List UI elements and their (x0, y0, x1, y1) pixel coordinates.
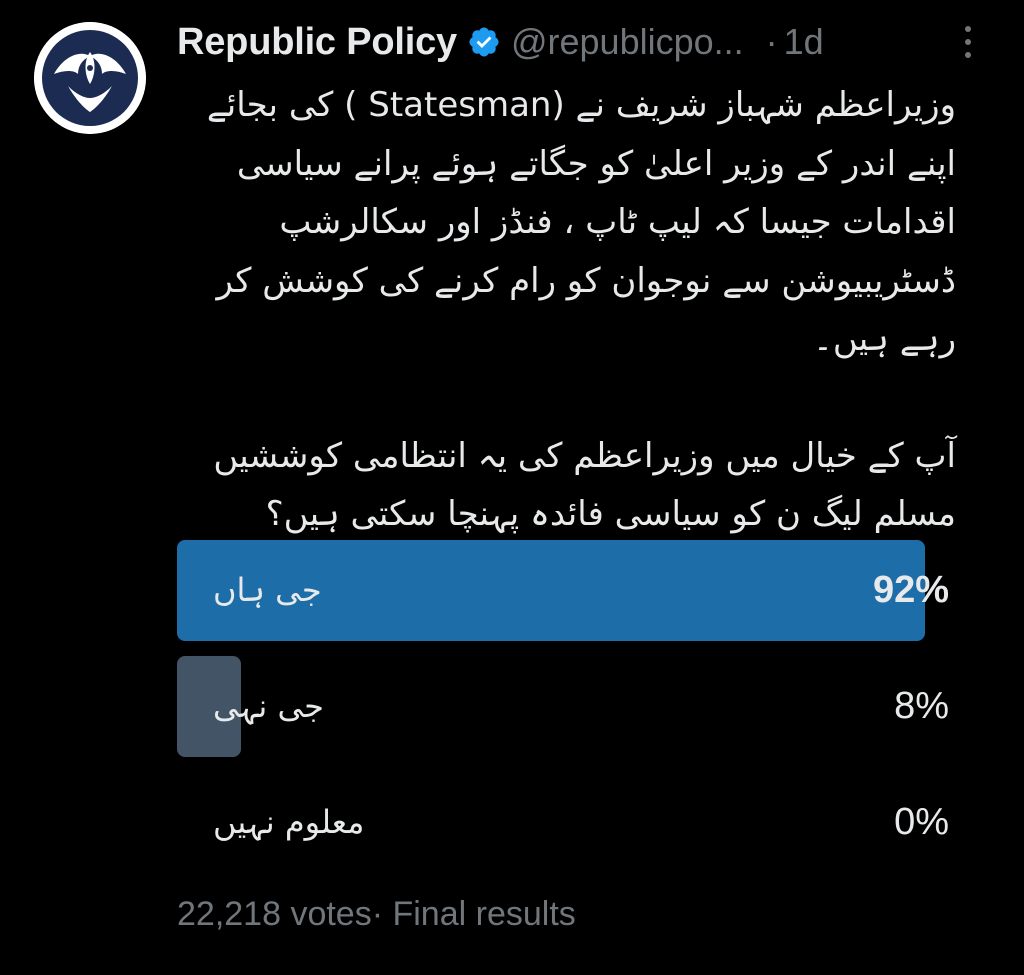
tweet[interactable]: Republic Policy @republicpo... · 1d وزیر… (0, 0, 1024, 975)
phoenix-logo-icon (34, 22, 146, 134)
poll-option-yes[interactable]: جی ہاں 92% (177, 540, 957, 641)
poll-option-percent: 92% (872, 569, 949, 611)
display-name[interactable]: Republic Policy (177, 21, 457, 64)
poll: جی ہاں 92% جی نہی 8% معلوم نہیں 0% (177, 540, 957, 888)
poll-option-percent: 0% (894, 801, 949, 843)
handle[interactable]: @republicpo... (511, 21, 744, 63)
tweet-question: آپ کے خیال میں وزیراعظم کی یہ انتظامی کو… (213, 435, 956, 535)
poll-votes: 22,218 votes (177, 895, 372, 933)
tweet-text: وزیراعظم شہباز شریف نے (Statesman ) کی ب… (180, 76, 956, 544)
poll-footer-separator: · (371, 895, 384, 933)
poll-footer: 22,218 votes· Final results (177, 895, 576, 934)
poll-status: Final results (392, 895, 576, 933)
header-separator: · (765, 21, 778, 62)
tweet-header: Republic Policy @republicpo... · 1d (177, 14, 997, 70)
more-vertical-icon[interactable] (958, 22, 978, 62)
poll-option-no[interactable]: جی نہی 8% (177, 656, 957, 757)
tweet-paragraph: وزیراعظم شہباز شریف نے (Statesman ) کی ب… (206, 85, 956, 359)
poll-option-dont-know[interactable]: معلوم نہیں 0% (177, 772, 957, 873)
poll-option-label: جی ہاں (213, 571, 322, 609)
timestamp[interactable]: 1d (784, 21, 824, 63)
verified-badge-icon (467, 25, 501, 59)
poll-option-percent: 8% (894, 685, 949, 727)
poll-option-label: جی نہی (213, 687, 324, 725)
avatar[interactable] (34, 22, 146, 134)
poll-option-label: معلوم نہیں (213, 803, 365, 841)
